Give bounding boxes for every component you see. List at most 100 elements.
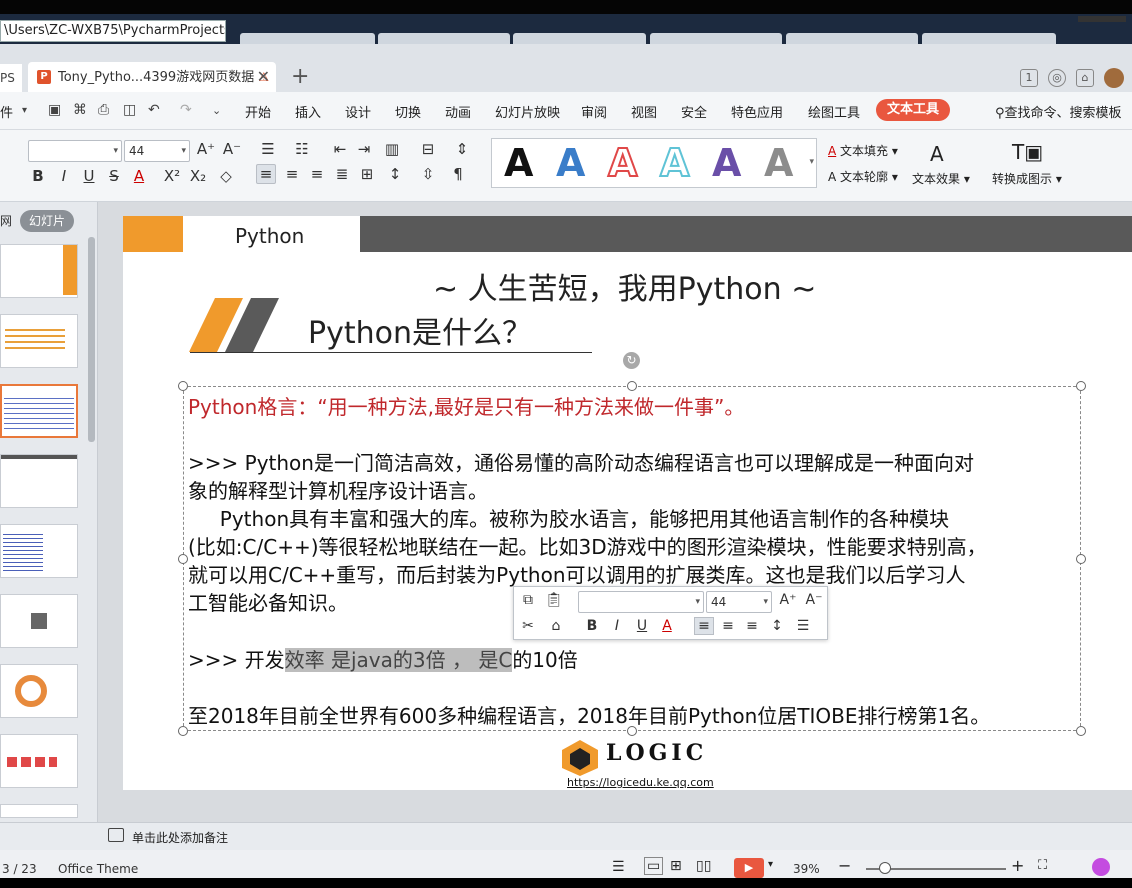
justify-button[interactable]: ≣ [332,165,352,183]
slide-thumbnail[interactable] [0,524,78,578]
outline-view-icon[interactable]: ☰ [612,859,625,875]
increase-font-icon[interactable]: A⁺ [778,592,798,608]
menu-insert[interactable]: 插入 [295,102,321,121]
close-icon[interactable]: ✕ [257,62,270,92]
play-slideshow-button[interactable]: ▶ [734,858,764,878]
tab-slides[interactable]: 幻灯片 [20,210,74,232]
slide-thumbnail[interactable] [0,804,78,818]
resize-handle[interactable] [1076,554,1086,564]
align-right-button[interactable]: ≡ [742,618,762,634]
resize-handle[interactable] [1076,726,1086,736]
chevron-down-icon[interactable]: ▾ [768,859,773,870]
notes-placeholder[interactable]: 单击此处添加备注 [132,829,228,846]
chevron-down-icon[interactable]: ⌄ [212,104,221,117]
align-center-button[interactable]: ≡ [282,165,302,183]
zoom-level[interactable]: 39% [793,862,820,876]
style-blue[interactable]: A [556,141,585,185]
save-icon[interactable]: ▣ [48,102,61,118]
tab-wps-home[interactable]: PS [0,64,22,92]
tab-document[interactable]: P Tony_Pytho...4399游戏网页数据 ⚠ ✕ [28,62,276,92]
logic-url[interactable]: https://logicedu.ke.qq.com [567,776,714,789]
numbering-icon[interactable]: ☷ [292,140,312,158]
menu-file[interactable]: 件 [0,102,13,121]
thumbnail-scrollbar[interactable] [88,237,95,442]
distribute-button[interactable]: ⊞ [357,165,377,183]
redo-icon[interactable]: ↷ [180,102,192,118]
line-spacing-icon[interactable]: ↕ [767,618,787,634]
slide-thumbnail[interactable] [0,384,78,438]
slide-thumbnail[interactable] [0,454,78,508]
clear-format-icon[interactable]: ◇ [216,167,236,185]
chevron-down-icon[interactable]: ▾ [22,105,27,116]
font-family-select[interactable]: ▾ [28,140,122,162]
resize-handle[interactable] [178,726,188,736]
tshirt-icon[interactable]: ⌂ [1076,69,1094,87]
align-center-button[interactable]: ≡ [718,618,738,634]
menu-special[interactable]: 特色应用 [731,102,783,121]
slide-heading[interactable]: ~ 人生苦短，我用Python ~ [433,264,816,308]
align-text-icon[interactable]: ⇕ [452,140,472,158]
undo-icon[interactable]: ↶ [148,102,160,118]
outdent-icon[interactable]: ⇤ [330,140,350,158]
decrease-font-icon[interactable]: A⁻ [804,592,824,608]
superscript-button[interactable]: X² [162,167,182,185]
selected-text[interactable]: 效率 是java的3倍 ， 是C [284,648,513,672]
convert-smartart-button[interactable]: 转换成图示 ▾ [992,170,1062,187]
copy-icon[interactable]: ⧉ [518,592,538,608]
paragraph-icon[interactable]: ¶ [448,165,468,183]
slide-thumbnail[interactable] [0,664,78,718]
increase-font-icon[interactable]: A⁺ [196,140,216,158]
rotate-handle-icon[interactable]: ↻ [623,352,640,369]
text-fill-button[interactable]: A 文本填充 ▾ [828,142,898,159]
menu-animation[interactable]: 动画 [445,102,471,121]
strikethrough-button[interactable]: S [104,167,124,185]
bullets-icon[interactable]: ☰ [258,140,278,158]
slide-thumbnail[interactable] [0,244,78,298]
slide[interactable]: Python ~ 人生苦短，我用Python ~ Python是什么？ ↻ Py… [123,216,1132,790]
style-gray[interactable]: A [764,141,793,185]
new-tab-button[interactable]: + [291,64,309,89]
skin-icon[interactable]: ◎ [1048,69,1066,87]
zoom-in-button[interactable]: + [1011,856,1024,875]
menu-review[interactable]: 审阅 [581,102,607,121]
menu-design[interactable]: 设计 [345,102,371,121]
menu-transition[interactable]: 切换 [395,102,421,121]
paste-icon[interactable]: 📋︎ [544,592,564,608]
underline-button[interactable]: U [632,618,652,634]
window-controls[interactable] [1078,16,1126,22]
print-preview-icon[interactable]: ◫ [123,102,136,118]
gallery-more-icon[interactable]: ▾ [809,157,814,167]
style-purple[interactable]: A [712,141,741,185]
menu-view[interactable]: 视图 [631,102,657,121]
slide-thumbnail[interactable] [0,734,78,788]
assistant-icon[interactable] [1092,858,1110,876]
zoom-slider-knob[interactable] [879,862,891,874]
resize-handle[interactable] [627,381,637,391]
bullets-icon[interactable]: ☰ [793,618,813,634]
italic-button[interactable]: I [54,167,74,185]
window-count-badge[interactable]: 1 [1020,69,1038,87]
underline-button[interactable]: U [79,167,99,185]
font-size-select[interactable]: 44 ▾ [124,140,190,162]
slide-thumbnail[interactable] [0,594,78,648]
slide-thumbnail[interactable] [0,314,78,368]
fit-window-icon[interactable]: ⛶ [1038,858,1047,873]
tab-outline[interactable]: 网 [0,212,12,229]
style-cyan-outline[interactable]: A [659,140,690,186]
decrease-font-icon[interactable]: A⁻ [222,140,242,158]
menu-slideshow[interactable]: 幻灯片放映 [495,102,560,121]
indent-icon[interactable]: ⇥ [354,140,374,158]
text-direction-icon[interactable]: ⊟ [418,140,438,158]
mini-font-family-select[interactable]: ▾ [578,591,704,613]
slide-subtitle[interactable]: Python是什么？ [308,308,532,352]
align-right-button[interactable]: ≡ [307,165,327,183]
menu-drawing-tools[interactable]: 绘图工具 [808,102,860,121]
menu-text-tools[interactable]: 文本工具 [876,99,950,121]
align-left-button[interactable]: ≡ [694,617,714,635]
resize-handle[interactable] [1076,381,1086,391]
slide-sorter-icon[interactable]: ⊞ [670,858,682,874]
align-left-button[interactable]: ≡ [256,164,276,184]
style-black[interactable]: A [504,141,533,185]
text-style-gallery[interactable]: A A A A A A ▾ [491,138,817,188]
italic-button[interactable]: I [607,618,627,634]
